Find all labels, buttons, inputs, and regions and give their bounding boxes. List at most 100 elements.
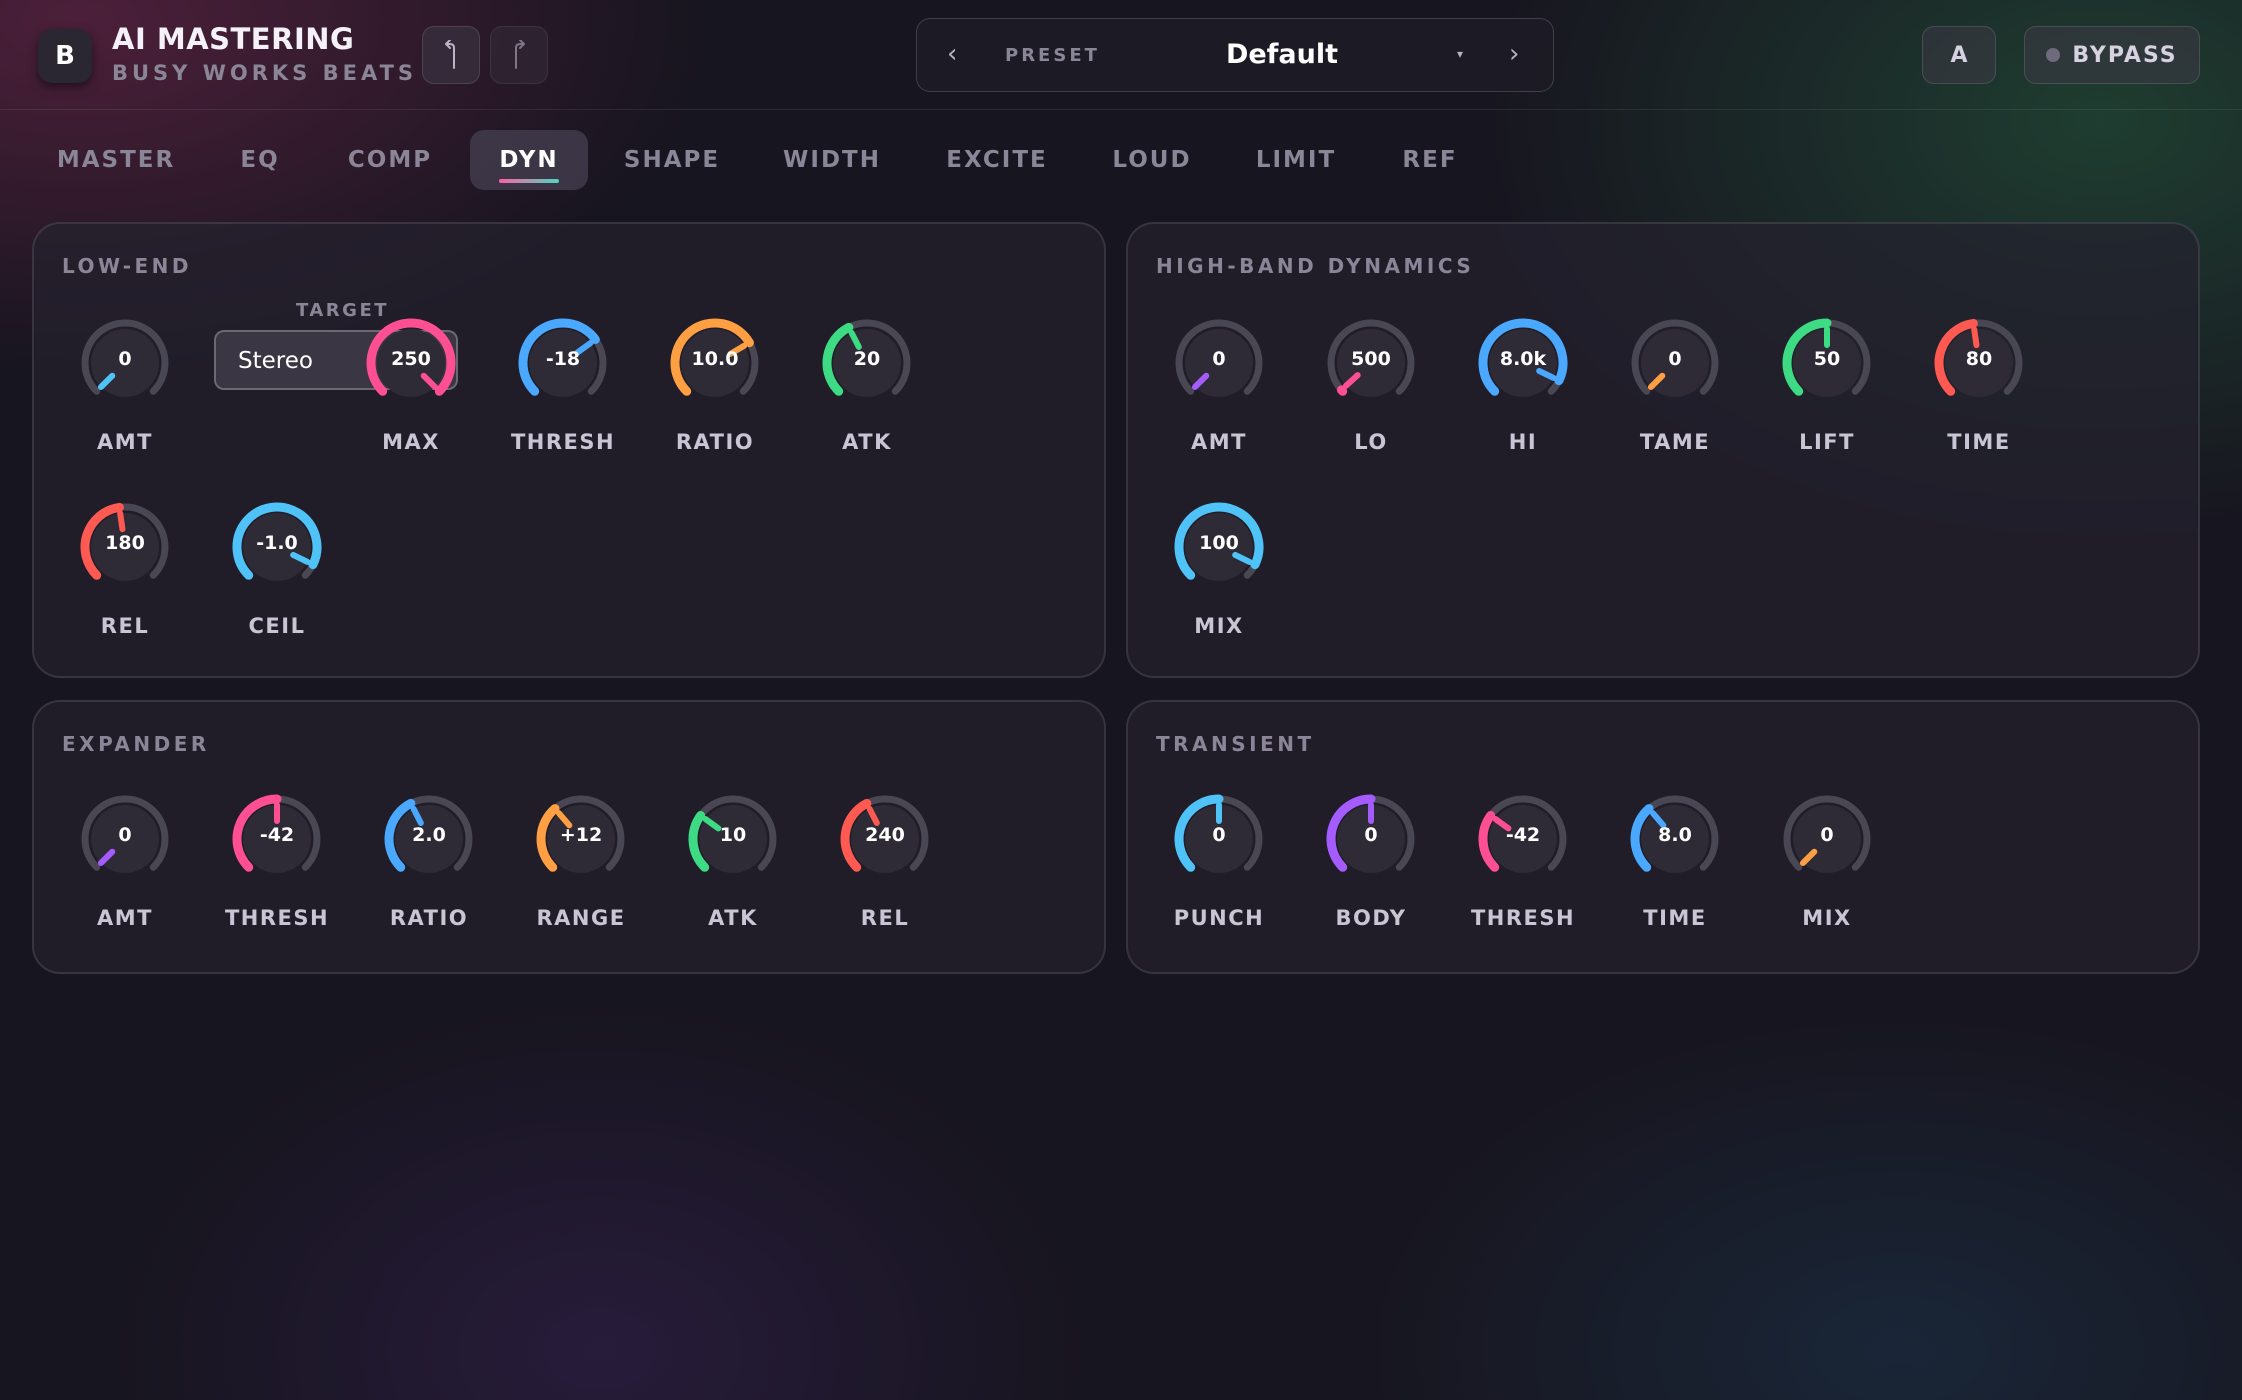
redo-icon (515, 40, 525, 69)
bypass-label: BYPASS (2072, 42, 2178, 68)
panel-transient: TRANSIENT 0 PUNCH 0 BODY -42 THRESH 8.0 TIME 0 MI… (1126, 700, 2200, 974)
tab-shape[interactable]: SHAPE (612, 130, 732, 190)
knob-thresh[interactable]: -42 THRESH (202, 794, 352, 944)
knob-label: HI (1508, 430, 1538, 454)
knob-atk[interactable]: 10 ATK (658, 794, 808, 944)
knob-pointer (117, 510, 126, 533)
tab-comp[interactable]: COMP (330, 130, 450, 190)
knob-value: 80 (1965, 348, 1993, 370)
knob-value: 0 (1212, 824, 1226, 846)
panel-title: EXPANDER (62, 732, 210, 756)
bypass-button[interactable]: BYPASS (2024, 26, 2200, 84)
logo: B (38, 29, 92, 83)
knob-mix[interactable]: 0 MIX (1752, 794, 1902, 944)
tab-limit[interactable]: LIMIT (1246, 130, 1346, 190)
knob-value: 20 (853, 348, 881, 370)
target-select-value: Stereo (238, 348, 313, 374)
knob-value: 240 (865, 824, 905, 846)
logo-letter: B (55, 41, 75, 71)
knob-amt[interactable]: 0 AMT (1144, 318, 1294, 468)
knob-rel[interactable]: 240 REL (810, 794, 960, 944)
knob-punch[interactable]: 0 PUNCH (1144, 794, 1294, 944)
knob-value: 0 (1364, 824, 1378, 846)
panel-low-end: LOW-END TARGET Stereo ▾ 0AMT250MAX-18THR… (32, 222, 1106, 678)
knob-thresh[interactable]: -18 THRESH (488, 318, 638, 468)
knob-ratio[interactable]: 10.0 RATIO (640, 318, 790, 468)
knob-value: 10 (719, 824, 747, 846)
knob-value: 50 (1813, 348, 1841, 370)
tab-loud[interactable]: LOUD (1100, 130, 1204, 190)
knob-time[interactable]: 8.0 TIME (1600, 794, 1750, 944)
knob-value: 0 (1668, 348, 1682, 370)
knob-max[interactable]: 250 MAX (336, 318, 486, 468)
panel-high-band-dynamics: HIGH-BAND DYNAMICS 0 AMT 500 LO 8.0k HI 0 TAME 5… (1126, 222, 2200, 678)
ab-compare-button[interactable]: A (1922, 26, 1996, 84)
knob-label: ATK (708, 906, 758, 930)
knob-label: RATIO (389, 906, 469, 930)
knob-amt[interactable]: 0 AMT (50, 318, 200, 468)
knob-thresh[interactable]: -42 THRESH (1448, 794, 1598, 944)
preset-dropdown-icon[interactable]: ▾ (1457, 47, 1463, 61)
tab-ref[interactable]: REF (1386, 130, 1474, 190)
knob-time[interactable]: 80 TIME (1904, 318, 2054, 468)
knob-label: AMT (97, 430, 153, 454)
knob-label: THRESH (1470, 906, 1576, 930)
knob-value: 8.0k (1499, 348, 1547, 370)
panel-title: LOW-END (62, 254, 192, 278)
knob-label: REL (100, 614, 150, 638)
panel-expander: EXPANDER 0 AMT -42 THRESH 2.0 RATIO +12 RANGE 10… (32, 700, 1106, 974)
knob-atk[interactable]: 20 ATK (792, 318, 942, 468)
knob-value: +12 (559, 824, 603, 846)
knob-pointer (1971, 326, 1980, 349)
knob-tame[interactable]: 0 TAME (1600, 318, 1750, 468)
knob-label: TAME (1639, 430, 1711, 454)
knob-value: 8.0 (1658, 824, 1692, 846)
knob-label: MAX (382, 430, 440, 454)
knob-label: TIME (1947, 430, 2011, 454)
knob-value: 500 (1351, 348, 1391, 370)
knob-hi[interactable]: 8.0k HI (1448, 318, 1598, 468)
redo-button[interactable] (490, 26, 548, 84)
undo-button[interactable] (422, 26, 480, 84)
header: B AI MASTERING BUSY WORKS BEATS ‹ PRESET… (0, 0, 2242, 110)
tab-master[interactable]: MASTER (40, 130, 192, 190)
knob-value: 2.0 (412, 824, 446, 846)
knob-value: 180 (105, 532, 145, 554)
knob-value: -18 (545, 348, 581, 370)
knob-body[interactable]: 0 BODY (1296, 794, 1446, 944)
tab-width[interactable]: WIDTH (772, 130, 892, 190)
knob-amt[interactable]: 0 AMT (50, 794, 200, 944)
knob-value-arc (1336, 385, 1348, 396)
knob-rel[interactable]: 180 REL (50, 502, 200, 652)
preset-next-button[interactable]: › (1509, 39, 1519, 69)
tab-eq[interactable]: EQ (220, 130, 300, 190)
knob-lo[interactable]: 500 LO (1296, 318, 1446, 468)
preset-prev-button[interactable]: ‹ (947, 39, 957, 69)
knob-mix[interactable]: 100 MIX (1144, 502, 1294, 652)
tab-dyn[interactable]: DYN (470, 130, 588, 190)
knob-label: LO (1354, 430, 1388, 454)
knob-range[interactable]: +12 RANGE (506, 794, 656, 944)
knob-label: RATIO (675, 430, 755, 454)
knob-label: PUNCH (1173, 906, 1265, 930)
knob-label: LIFT (1799, 430, 1855, 454)
preset-name[interactable]: Default (1187, 39, 1377, 70)
tab-label: COMP (347, 147, 433, 173)
knob-label: CEIL (248, 614, 306, 638)
tab-label: WIDTH (783, 147, 881, 173)
knob-lift[interactable]: 50 LIFT (1752, 318, 1902, 468)
tab-label: LIMIT (1255, 147, 1337, 173)
knob-label: BODY (1335, 906, 1407, 930)
knob-value: 0 (118, 348, 132, 370)
tab-excite[interactable]: EXCITE (932, 130, 1062, 190)
knob-ratio[interactable]: 2.0 RATIO (354, 794, 504, 944)
knob-ceil[interactable]: -1.0 CEIL (202, 502, 352, 652)
tab-label: REF (1402, 147, 1458, 173)
knob-label: TIME (1643, 906, 1707, 930)
knob-value: 100 (1199, 532, 1239, 554)
tab-label: EXCITE (946, 147, 1048, 173)
knob-value: 10.0 (691, 348, 739, 370)
knob-label: MIX (1802, 906, 1852, 930)
preset-selector: ‹ PRESET Default ▾ › (916, 18, 1554, 92)
knob-label: AMT (1191, 430, 1247, 454)
